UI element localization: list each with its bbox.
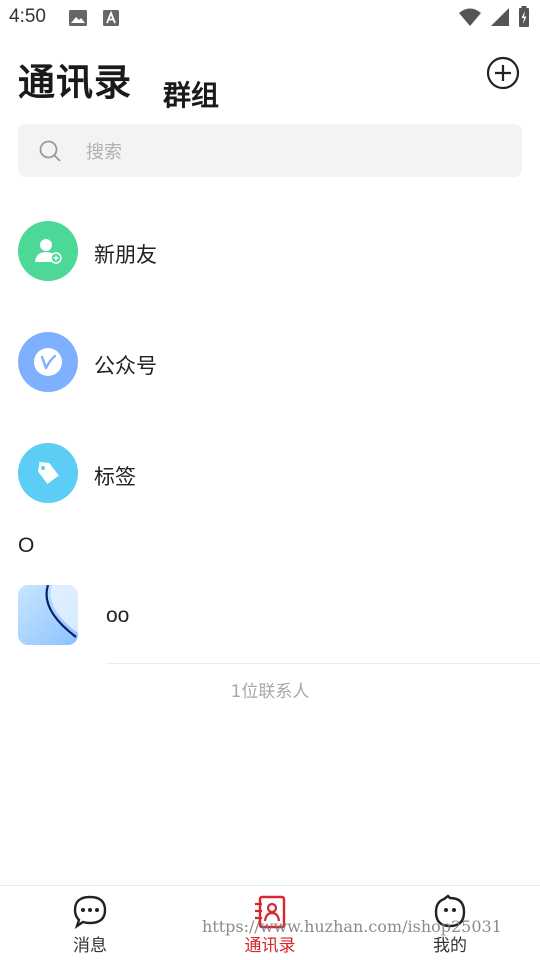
tab-label: 消息 bbox=[73, 936, 107, 956]
plus-circle-icon bbox=[486, 56, 520, 90]
official-account-icon bbox=[18, 332, 78, 392]
battery-icon bbox=[518, 6, 530, 32]
avatar bbox=[18, 585, 78, 645]
chat-bubble-icon bbox=[72, 894, 108, 930]
wifi-icon bbox=[458, 7, 482, 31]
search-icon bbox=[38, 139, 62, 167]
add-button[interactable] bbox=[486, 56, 520, 90]
menu-item-new-friends[interactable]: 新朋友 bbox=[0, 211, 540, 291]
a-icon bbox=[102, 9, 120, 31]
contact-name: oo bbox=[106, 604, 130, 627]
menu-item-tags[interactable]: 标签 bbox=[0, 433, 540, 513]
groups-label[interactable]: 群组 bbox=[163, 74, 219, 114]
menu-label: 新朋友 bbox=[94, 243, 157, 267]
tag-icon bbox=[18, 443, 78, 503]
tab-messages[interactable]: 消息 bbox=[30, 886, 150, 960]
status-bar: 4:50 bbox=[0, 0, 540, 36]
signal-icon bbox=[490, 7, 510, 31]
search-placeholder: 搜索 bbox=[86, 142, 122, 163]
add-friend-icon bbox=[18, 221, 78, 281]
menu-item-official-accounts[interactable]: 公众号 bbox=[0, 322, 540, 402]
section-index-letter: O bbox=[18, 534, 35, 557]
menu-label: 公众号 bbox=[94, 354, 157, 378]
contact-row[interactable]: oo bbox=[0, 585, 540, 647]
menu-label: 标签 bbox=[94, 465, 136, 489]
divider bbox=[106, 663, 540, 664]
contact-count: 1位联系人 bbox=[230, 682, 310, 702]
image-icon bbox=[68, 9, 88, 31]
watermark-text: https://www.huzhan.com/ishop25031 bbox=[202, 917, 502, 936]
page-title: 通讯录 bbox=[18, 61, 132, 104]
status-time: 4:50 bbox=[9, 6, 46, 27]
